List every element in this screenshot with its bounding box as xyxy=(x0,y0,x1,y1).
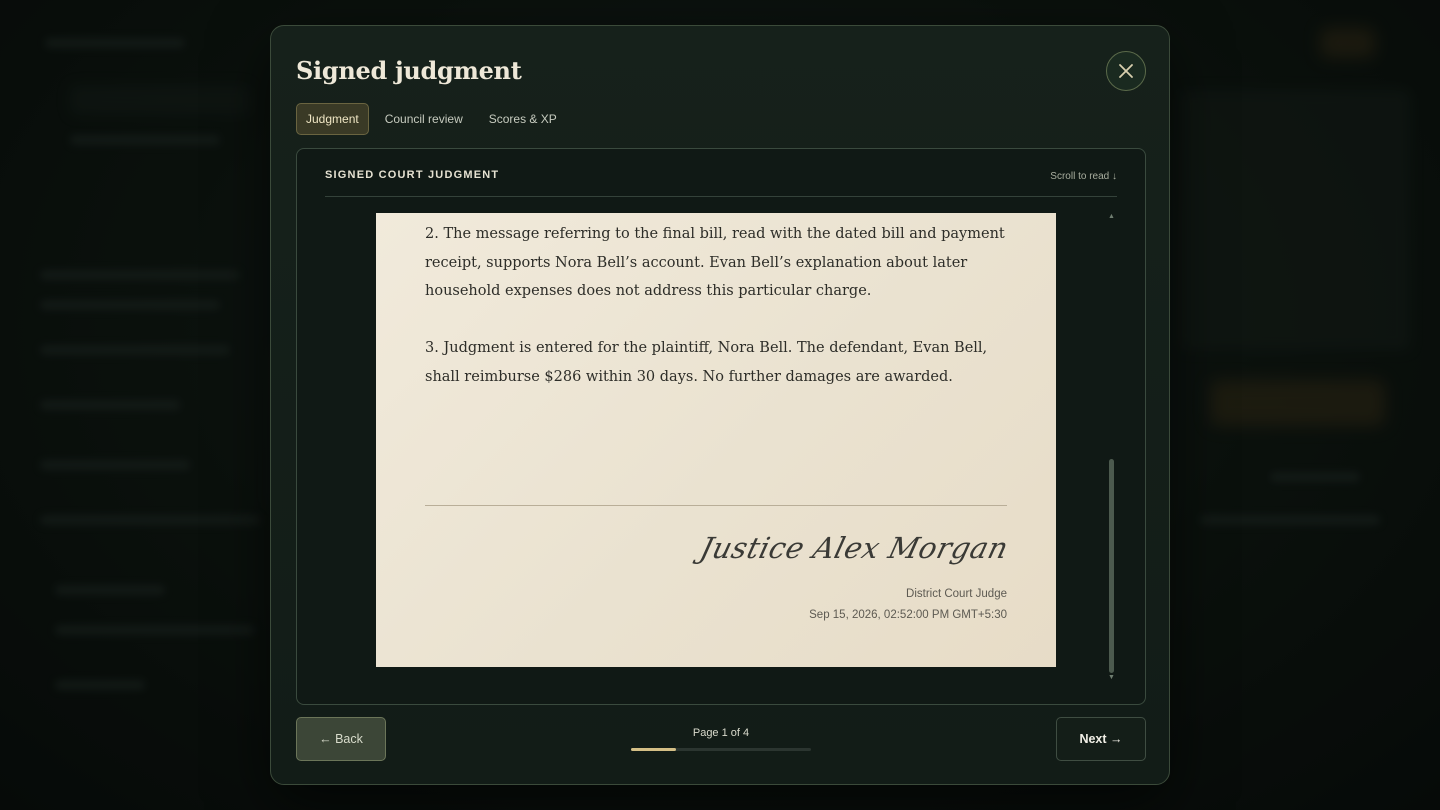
judgment-paragraph: 2. The message referring to the final bi… xyxy=(425,226,1005,299)
page-progress-fill xyxy=(631,748,676,751)
judgment-paragraph: 3. Judgment is entered for the plaintiff… xyxy=(425,340,988,385)
tab-scores-xp[interactable]: Scores & XP xyxy=(479,103,567,135)
document-panel: SIGNED COURT JUDGMENT Scroll to read ↓ 2… xyxy=(296,148,1146,705)
back-button[interactable]: ← Back xyxy=(296,717,386,761)
judgment-paper[interactable]: 2. The message referring to the final bi… xyxy=(376,213,1056,667)
signature-divider xyxy=(425,505,1007,506)
page-progress-bar xyxy=(631,748,811,751)
scroll-down-arrow-icon[interactable]: ▼ xyxy=(1108,674,1115,681)
tab-judgment[interactable]: Judgment xyxy=(296,103,369,135)
judge-signature: Justice Alex Morgan xyxy=(697,531,1013,565)
modal-tabs: Judgment Council review Scores & XP xyxy=(296,103,567,135)
document-header-title: SIGNED COURT JUDGMENT xyxy=(325,169,500,181)
judge-title: District Court Judge xyxy=(906,588,1007,600)
page-indicator: Page 1 of 4 xyxy=(692,727,750,739)
close-icon xyxy=(1119,64,1133,78)
scrollbar-thumb[interactable] xyxy=(1109,459,1114,673)
scroll-hint: Scroll to read ↓ xyxy=(1050,171,1117,182)
close-button[interactable] xyxy=(1106,51,1146,91)
tab-council-review[interactable]: Council review xyxy=(375,103,473,135)
signed-timestamp: Sep 15, 2026, 02:52:00 PM GMT+5:30 xyxy=(809,609,1007,621)
signed-judgment-modal: Signed judgment Judgment Council review … xyxy=(270,25,1170,785)
scroll-up-arrow-icon[interactable]: ▲ xyxy=(1108,213,1115,220)
modal-title: Signed judgment xyxy=(296,56,522,85)
next-button[interactable]: Next → xyxy=(1056,717,1146,761)
document-header: SIGNED COURT JUDGMENT Scroll to read ↓ xyxy=(325,169,1117,197)
